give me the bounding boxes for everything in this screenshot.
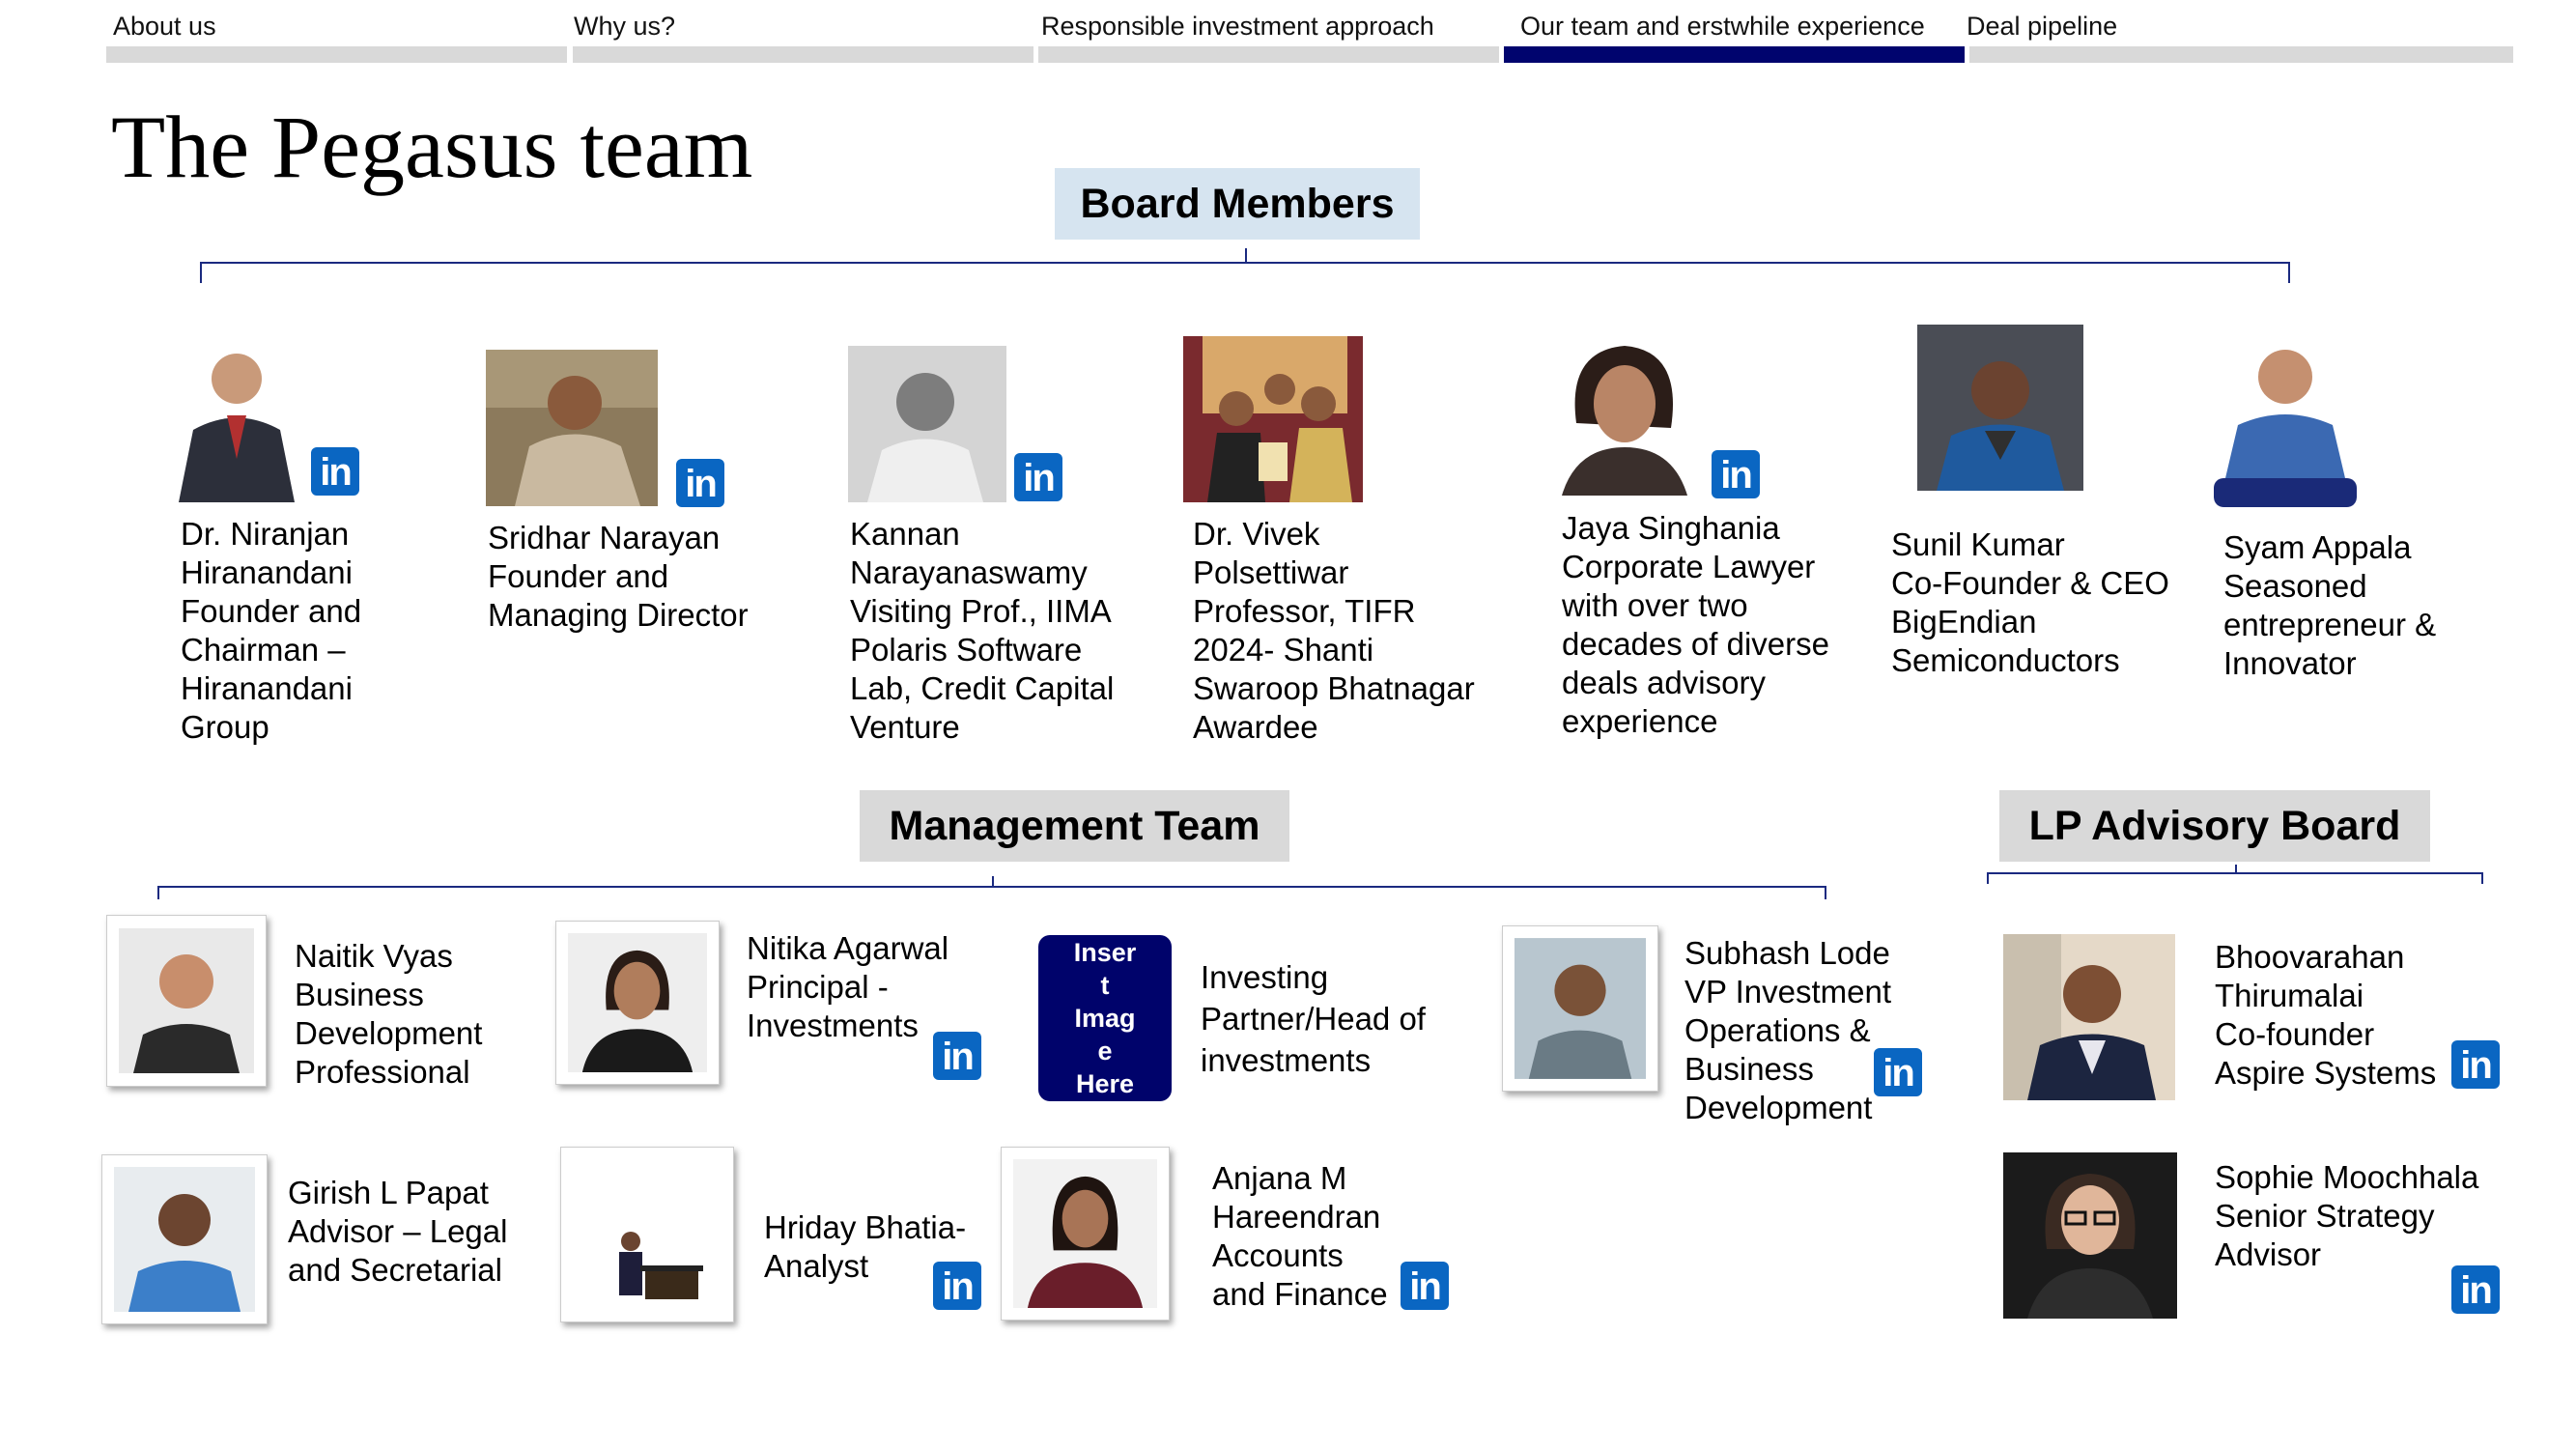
nav-bar-why-us[interactable] — [573, 46, 1033, 63]
linkedin-icon[interactable]: in — [1874, 1048, 1922, 1096]
board-member-niranjan: Dr. Niranjan Hiranandani Founder and Cha… — [181, 516, 362, 745]
linkedin-icon[interactable]: in — [2451, 1265, 2500, 1314]
mgmt-photo-hriday — [560, 1147, 734, 1322]
lp-photo-sophie — [2003, 1152, 2177, 1319]
linkedin-icon[interactable]: in — [933, 1262, 981, 1310]
nav-bar-deal-pipeline[interactable] — [1969, 46, 2513, 63]
mgmt-subhash: Subhash Lode VP Investment Operations & … — [1684, 935, 1892, 1125]
board-photo-jaya — [1547, 336, 1697, 496]
nav-tab-deal-pipeline[interactable]: Deal pipeline — [1967, 12, 2117, 42]
linkedin-icon[interactable]: in — [1014, 453, 1062, 501]
mgmt-photo-subhash — [1502, 925, 1658, 1092]
board-members-header: Board Members — [1055, 168, 1420, 240]
linkedin-icon[interactable]: in — [676, 459, 724, 507]
lp-bhoovarahan: Bhoovarahan Thirumalai Co-founder Aspire… — [2215, 939, 2437, 1091]
nav-tab-responsible-investment[interactable]: Responsible investment approach — [1041, 12, 1434, 42]
board-photo-sunil — [1917, 325, 2083, 491]
mgmt-nitika: Nitika Agarwal Principal - Investments — [747, 930, 949, 1043]
board-member-jaya: Jaya Singhania Corporate Lawyer with ove… — [1562, 510, 1830, 739]
lp-photo-bhoovarahan — [2003, 934, 2175, 1100]
board-photo-sridhar — [486, 350, 658, 506]
mgmt-photo-girish — [101, 1154, 268, 1324]
board-photo-syam — [2214, 328, 2357, 507]
mgmt-girish: Girish L Papat Advisor – Legal and Secre… — [288, 1175, 508, 1288]
mgmt-investing-partner: Investing Partner/Head of investments — [1201, 959, 1426, 1078]
board-photo-vivek — [1183, 336, 1363, 502]
mgmt-anjana: Anjana M Hareendran Accounts and Finance — [1212, 1160, 1388, 1312]
nav-tab-our-team[interactable]: Our team and erstwhile experience — [1520, 12, 1925, 42]
mgmt-photo-anjana — [1001, 1147, 1170, 1321]
lp-advisory-header: LP Advisory Board — [1999, 790, 2430, 862]
management-team-header: Management Team — [860, 790, 1289, 862]
mgmt-naitik: Naitik Vyas Business Development Profess… — [295, 938, 483, 1090]
mgmt-photo-naitik — [106, 915, 267, 1087]
nav-bar-our-team-active[interactable] — [1504, 46, 1965, 63]
lp-sophie: Sophie Moochhala Senior Strategy Advisor — [2215, 1159, 2479, 1272]
nav-tab-why-us[interactable]: Why us? — [574, 12, 675, 42]
management-bracket — [157, 876, 1826, 899]
board-member-sunil: Sunil Kumar Co-Founder & CEO BigEndian S… — [1891, 526, 2169, 678]
board-photo-kannan — [848, 346, 1006, 502]
page-title: The Pegasus team — [111, 98, 753, 196]
linkedin-icon[interactable]: in — [1712, 450, 1760, 498]
nav-bar-responsible-investment[interactable] — [1038, 46, 1499, 63]
board-bracket — [200, 248, 2290, 283]
linkedin-icon[interactable]: in — [933, 1032, 981, 1080]
board-member-vivek: Dr. Vivek Polsettiwar Professor, TIFR 20… — [1193, 516, 1475, 745]
mgmt-photo-nitika — [555, 921, 720, 1085]
linkedin-icon[interactable]: in — [311, 447, 359, 496]
nav-tab-about-us[interactable]: About us — [113, 12, 216, 42]
board-photo-niranjan — [159, 338, 299, 502]
board-member-sridhar: Sridhar Narayan Founder and Managing Dir… — [488, 520, 749, 633]
board-member-syam: Syam Appala Seasoned entrepreneur & Inno… — [2223, 529, 2437, 681]
board-member-kannan: Kannan Narayanaswamy Visiting Prof., IIM… — [850, 516, 1115, 745]
lp-bracket — [1987, 865, 2483, 884]
linkedin-icon[interactable]: in — [1401, 1262, 1449, 1310]
linkedin-icon[interactable]: in — [2451, 1040, 2500, 1089]
insert-image-placeholder[interactable]: Inser t Imag e Here — [1038, 935, 1172, 1101]
nav-bar-about-us[interactable] — [106, 46, 567, 63]
